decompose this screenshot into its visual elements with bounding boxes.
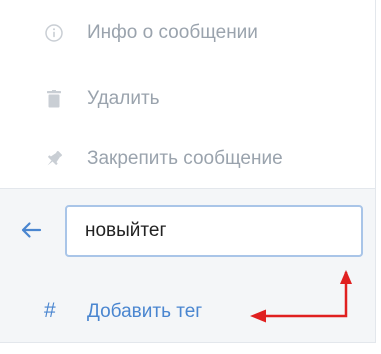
arrow-left-icon bbox=[20, 221, 42, 244]
hash-icon: # bbox=[44, 299, 56, 322]
tag-input[interactable] bbox=[65, 205, 363, 257]
menu-item-info-label: Инфо о сообщении bbox=[87, 22, 258, 43]
message-context-menu: Инфо о сообщении Удалить Закрепить сообщ… bbox=[0, 0, 376, 343]
info-icon bbox=[44, 23, 64, 43]
back-button[interactable] bbox=[18, 219, 44, 245]
menu-item-pin-label: Закрепить сообщение bbox=[87, 148, 283, 169]
pin-icon bbox=[44, 149, 64, 169]
menu-item-pin[interactable]: Закрепить сообщение bbox=[0, 130, 375, 188]
menu-item-delete-label: Удалить bbox=[87, 88, 160, 109]
menu-item-info[interactable]: Инфо о сообщении bbox=[0, 4, 375, 62]
trash-icon bbox=[44, 89, 64, 109]
add-tag-label: Добавить тег bbox=[87, 301, 203, 322]
add-tag-button[interactable]: # Добавить тег bbox=[0, 285, 260, 341]
tag-editor: # Добавить тег bbox=[0, 188, 375, 342]
menu-item-delete[interactable]: Удалить bbox=[0, 70, 375, 128]
